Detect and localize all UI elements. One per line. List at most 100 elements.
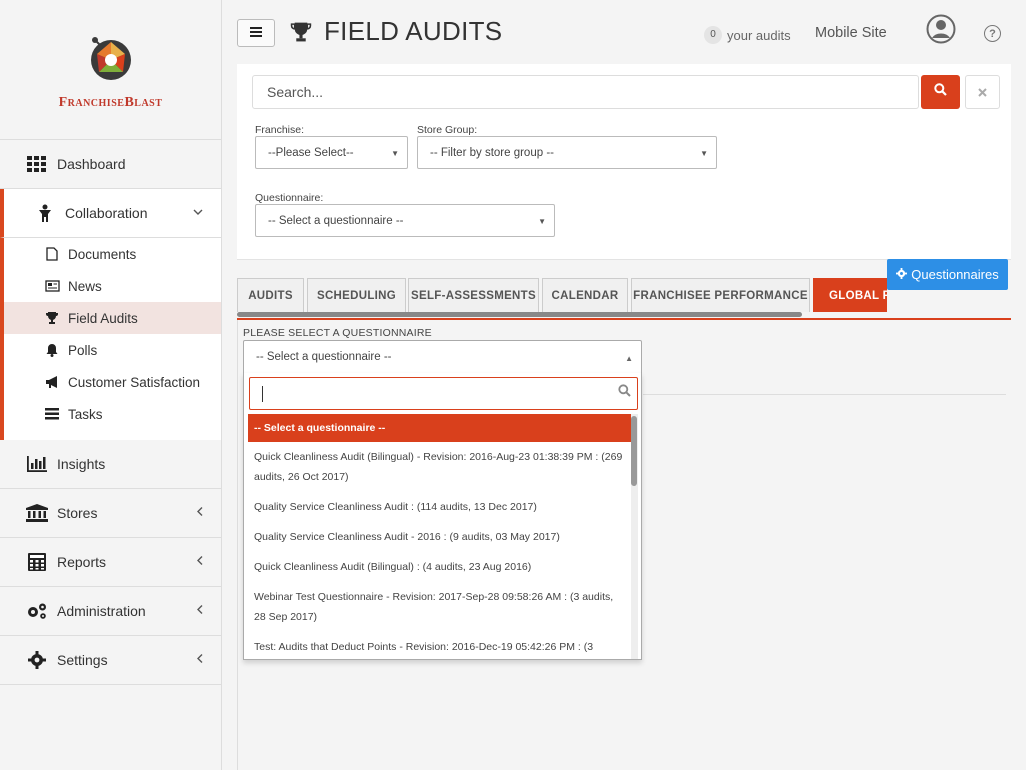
select-questionnaire-label: PLEASE SELECT A QUESTIONNAIRE <box>243 327 432 339</box>
search-icon <box>934 83 947 101</box>
bank-icon <box>26 504 48 522</box>
franchise-select-value: --Please Select-- <box>268 146 354 159</box>
tab-self-assessments[interactable]: SELF-ASSESSMENTS <box>408 278 539 312</box>
dropdown-option[interactable]: Webinar Test Questionnaire - Revision: 2… <box>248 582 631 632</box>
sidebar-item-label: Reports <box>57 554 107 570</box>
sidebar-item-label: Insights <box>57 456 106 472</box>
hamburger-icon <box>250 24 262 42</box>
sidebar-item-tasks[interactable]: Tasks <box>4 398 221 430</box>
bar-chart-icon <box>26 455 48 473</box>
dropdown-option[interactable]: Quick Cleanliness Audit (Bilingual) - Re… <box>248 442 631 492</box>
close-icon <box>978 84 987 100</box>
tab-label: GLOBAL P <box>829 289 887 302</box>
trophy-icon <box>290 22 312 41</box>
sidebar-item-label: Settings <box>57 652 108 668</box>
store-group-select[interactable]: -- Filter by store group -- ▼ <box>417 136 717 169</box>
dropdown-option[interactable]: Quality Service Cleanliness Audit : (114… <box>248 492 631 522</box>
sidebar-item-documents[interactable]: Documents <box>4 238 221 270</box>
caret-down-icon: ▼ <box>700 149 708 158</box>
caret-up-icon: ▲ <box>625 354 633 363</box>
grid-icon <box>26 155 48 173</box>
your-audits-link[interactable]: 0 your audits <box>704 26 791 44</box>
sidebar-item-label: Field Audits <box>68 310 138 326</box>
megaphone-icon <box>44 375 60 389</box>
franchise-select[interactable]: --Please Select-- ▼ <box>255 136 408 169</box>
sidebar-item-field-audits[interactable]: Field Audits <box>4 302 221 334</box>
tab-scrollbar[interactable] <box>237 312 802 317</box>
sidebar-item-collaboration[interactable]: Collaboration <box>0 189 221 238</box>
sidebar-item-label: Documents <box>68 246 137 262</box>
trophy-icon <box>44 311 60 325</box>
chevron-down-icon <box>193 207 203 219</box>
tasks-icon <box>44 407 60 421</box>
tab-label: AUDITS <box>248 289 293 302</box>
questionnaire-select-value: -- Select a questionnaire -- <box>256 351 392 363</box>
chevron-left-icon <box>196 654 203 667</box>
sidebar-item-reports[interactable]: Reports <box>0 538 221 587</box>
tab-bar: AUDITS SCHEDULING SELF-ASSESSMENTS CALEN… <box>237 278 887 314</box>
help-icon-glyph: ? <box>989 27 996 40</box>
franchiseblast-logo-icon <box>90 37 131 80</box>
sidebar-item-label: News <box>68 278 102 294</box>
sidebar-item-insights[interactable]: Insights <box>0 440 221 489</box>
sidebar: FranchiseBlast Dashboard Collaboration D… <box>0 0 222 770</box>
bell-icon <box>44 343 60 357</box>
page-title: FIELD AUDITS <box>290 16 502 47</box>
clear-search-button[interactable] <box>965 75 1000 109</box>
chevron-left-icon <box>196 605 203 618</box>
store-group-select-value: -- Filter by store group -- <box>430 146 554 159</box>
sidebar-item-label: Dashboard <box>57 156 126 172</box>
questionnaire-dropdown: -- Select a questionnaire -- Quick Clean… <box>243 373 642 660</box>
dropdown-option[interactable]: -- Select a questionnaire -- <box>248 414 631 442</box>
dropdown-options-list: -- Select a questionnaire -- Quick Clean… <box>248 414 631 659</box>
dropdown-option[interactable]: Test: Audits that Deduct Points - Revisi… <box>248 632 631 659</box>
dropdown-search-input[interactable] <box>249 377 638 410</box>
sidebar-item-label: Stores <box>57 505 98 521</box>
sidebar-item-news[interactable]: News <box>4 270 221 302</box>
filter-panel: Search... Franchise: --Please Select-- ▼… <box>237 64 1011 260</box>
sidebar-item-label: Administration <box>57 603 146 619</box>
dropdown-scrollbar-thumb[interactable] <box>631 416 637 486</box>
search-icon <box>618 384 631 402</box>
sidebar-item-administration[interactable]: Administration <box>0 587 221 636</box>
brand-logo[interactable]: FranchiseBlast <box>0 0 221 140</box>
tab-label: SCHEDULING <box>316 289 397 302</box>
sidebar-item-polls[interactable]: Polls <box>4 334 221 366</box>
store-group-label: Store Group: <box>417 124 478 136</box>
franchise-label: Franchise: <box>255 124 305 136</box>
text-cursor <box>262 386 263 402</box>
user-avatar-icon[interactable] <box>926 14 956 49</box>
sidebar-item-customer-satisfaction[interactable]: Customer Satisfaction <box>4 366 221 398</box>
menu-toggle-button[interactable] <box>237 19 275 47</box>
sidebar-item-settings[interactable]: Settings <box>0 636 221 685</box>
newspaper-icon <box>44 279 60 293</box>
tab-label: CALENDAR <box>551 289 619 302</box>
sidebar-item-label: Collaboration <box>65 205 148 221</box>
search-input[interactable]: Search... <box>252 75 919 109</box>
gear-icon <box>26 651 48 669</box>
tab-calendar[interactable]: CALENDAR <box>542 278 628 312</box>
tab-global-performance[interactable]: GLOBAL P <box>813 278 887 312</box>
search-button[interactable] <box>921 75 960 109</box>
dropdown-option[interactable]: Quality Service Cleanliness Audit - 2016… <box>248 522 631 552</box>
document-icon <box>44 247 60 261</box>
gears-icon <box>26 602 48 620</box>
questionnaire-filter-select[interactable]: -- Select a questionnaire -- ▼ <box>255 204 555 237</box>
divider <box>643 394 1006 395</box>
sidebar-item-dashboard[interactable]: Dashboard <box>0 140 221 189</box>
tab-audits[interactable]: AUDITS <box>237 278 304 312</box>
search-placeholder: Search... <box>267 84 324 100</box>
questionnaires-button[interactable]: Questionnaires <box>887 259 1008 290</box>
sidebar-item-stores[interactable]: Stores <box>0 489 221 538</box>
chevron-left-icon <box>196 507 203 520</box>
help-icon[interactable]: ? <box>984 25 1001 42</box>
dropdown-option[interactable]: Quick Cleanliness Audit (Bilingual) : (4… <box>248 552 631 582</box>
audits-count-badge: 0 <box>704 26 722 44</box>
questionnaire-filter-value: -- Select a questionnaire -- <box>268 214 404 227</box>
tab-scheduling[interactable]: SCHEDULING <box>307 278 406 312</box>
tab-label: FRANCHISEE PERFORMANCE <box>633 289 808 302</box>
tab-franchisee-performance[interactable]: FRANCHISEE PERFORMANCE <box>631 278 810 312</box>
sidebar-item-label: Tasks <box>68 406 103 422</box>
mobile-site-link[interactable]: Mobile Site <box>815 25 887 41</box>
questionnaire-select[interactable]: -- Select a questionnaire -- ▲ <box>243 340 642 374</box>
